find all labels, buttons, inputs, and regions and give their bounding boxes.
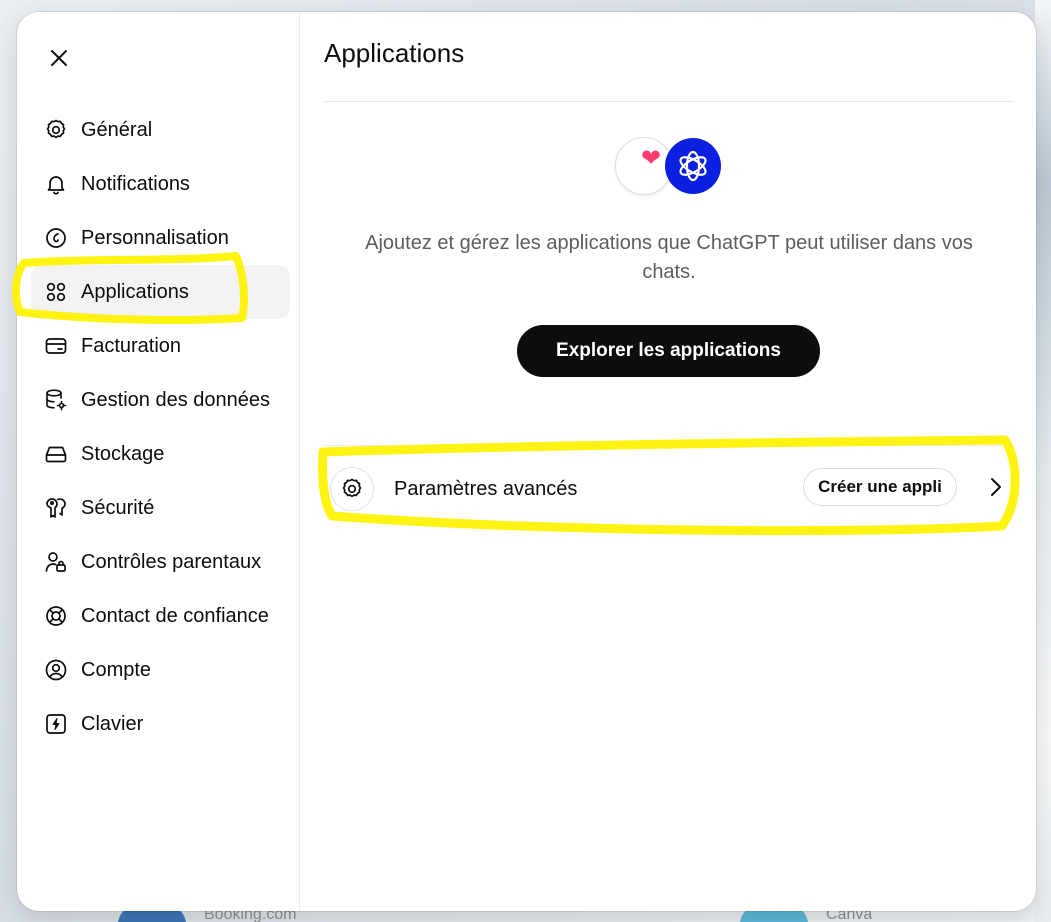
advanced-settings-row[interactable]: Paramètres avancés Créer une appli [324, 445, 1014, 526]
chevron-right-icon[interactable] [985, 475, 1007, 499]
sidebar-item-general[interactable]: Général [31, 103, 290, 157]
user-circle-icon [44, 658, 68, 682]
sidebar-item-personalization[interactable]: Personnalisation [31, 211, 290, 265]
sidebar-item-label: Applications [81, 280, 189, 303]
key-icon [44, 496, 68, 520]
sidebar-item-label: Gestion des données [81, 388, 271, 411]
explore-applications-button[interactable]: Explorer les applications [517, 325, 820, 377]
create-app-button[interactable]: Créer une appli [803, 468, 957, 506]
sidebar-item-label: Stockage [81, 442, 165, 465]
close-button[interactable] [45, 44, 73, 72]
sidebar-item-label: Compte [81, 658, 152, 681]
title-divider [324, 101, 1014, 102]
openai-logo [665, 138, 721, 194]
gear-icon [44, 118, 68, 142]
sidebar-item-label: Contrôles parentaux [81, 550, 262, 573]
personalization-icon [44, 226, 68, 250]
sidebar-item-applications[interactable]: Applications [31, 265, 290, 319]
sidebar-item-security[interactable]: Sécurité [31, 481, 290, 535]
heart-icon: ❤ [641, 145, 662, 172]
sidebar-item-label: Contact de confiance [81, 604, 269, 627]
settings-nav: Général Notifications Personnalisation A… [17, 103, 299, 751]
sidebar-item-label: Personnalisation [81, 226, 229, 249]
advanced-settings-label: Paramètres avancés [394, 478, 578, 500]
sidebar-item-storage[interactable]: Stockage [31, 427, 290, 481]
keyboard-bolt-icon [44, 712, 68, 736]
sidebar-item-account[interactable]: Compte [31, 643, 290, 697]
close-icon [51, 50, 67, 66]
sidebar-item-parental-controls[interactable]: Contrôles parentaux [31, 535, 290, 589]
sidebar-item-data-controls[interactable]: Gestion des données [31, 373, 290, 427]
sidebar-item-label: Facturation [81, 334, 182, 357]
settings-sidebar: Général Notifications Personnalisation A… [17, 12, 300, 911]
app-logos: ❤ [615, 137, 725, 199]
card-icon [44, 334, 68, 358]
sidebar-item-billing[interactable]: Facturation [31, 319, 290, 373]
sidebar-item-trusted-contact[interactable]: Contact de confiance [31, 589, 290, 643]
lifebuoy-icon [44, 604, 68, 628]
advanced-settings-icon-wrap [330, 467, 374, 511]
applications-panel: Applications ❤ Ajoutez et gérez les appl… [324, 12, 1014, 911]
page-title: Applications [324, 38, 465, 68]
bell-icon [44, 172, 68, 196]
sidebar-item-keyboard[interactable]: Clavier [31, 697, 290, 751]
background-strip [1035, 0, 1051, 922]
apps-grid-icon [44, 280, 68, 304]
database-gear-icon [44, 388, 68, 412]
openai-knot-icon [679, 150, 707, 182]
storage-icon [44, 442, 68, 466]
sidebar-item-notifications[interactable]: Notifications [31, 157, 290, 211]
sidebar-item-label: Notifications [81, 172, 190, 195]
parent-lock-icon [44, 550, 68, 574]
applications-description: Ajoutez et gérez les applications que Ch… [365, 232, 973, 283]
sidebar-item-label: Général [81, 118, 153, 141]
sidebar-item-label: Clavier [81, 712, 144, 735]
settings-modal: Général Notifications Personnalisation A… [17, 12, 1036, 911]
sidebar-item-label: Sécurité [81, 496, 155, 519]
gear-icon [342, 478, 362, 498]
